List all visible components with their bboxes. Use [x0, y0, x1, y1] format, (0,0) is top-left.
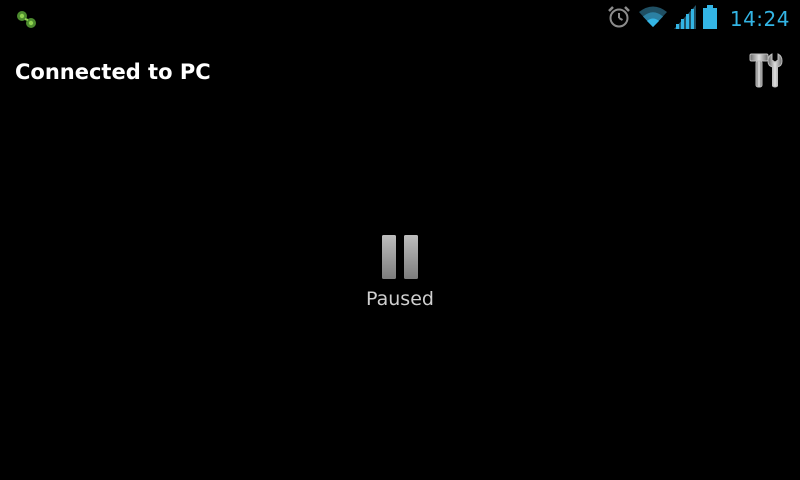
- settings-button[interactable]: [744, 50, 788, 94]
- action-bar: Connected to PC: [0, 44, 800, 102]
- cell-signal-icon: [673, 5, 696, 33]
- clock: 14:24: [729, 7, 790, 31]
- page-title: Connected to PC: [15, 60, 211, 84]
- pause-icon[interactable]: [380, 232, 420, 282]
- battery-icon: [702, 4, 718, 34]
- app-screen: 14:24 Connected to PC Paused: [0, 0, 800, 480]
- alarm-clock-icon: [606, 4, 632, 34]
- remote-link-icon: [14, 9, 40, 31]
- status-icons: 14:24: [606, 5, 790, 33]
- status-text: Paused: [366, 288, 434, 310]
- tools-icon: [748, 51, 784, 93]
- wifi-icon: [638, 5, 668, 33]
- playback-status: Paused: [300, 232, 500, 312]
- status-bar: 14:24: [0, 0, 800, 38]
